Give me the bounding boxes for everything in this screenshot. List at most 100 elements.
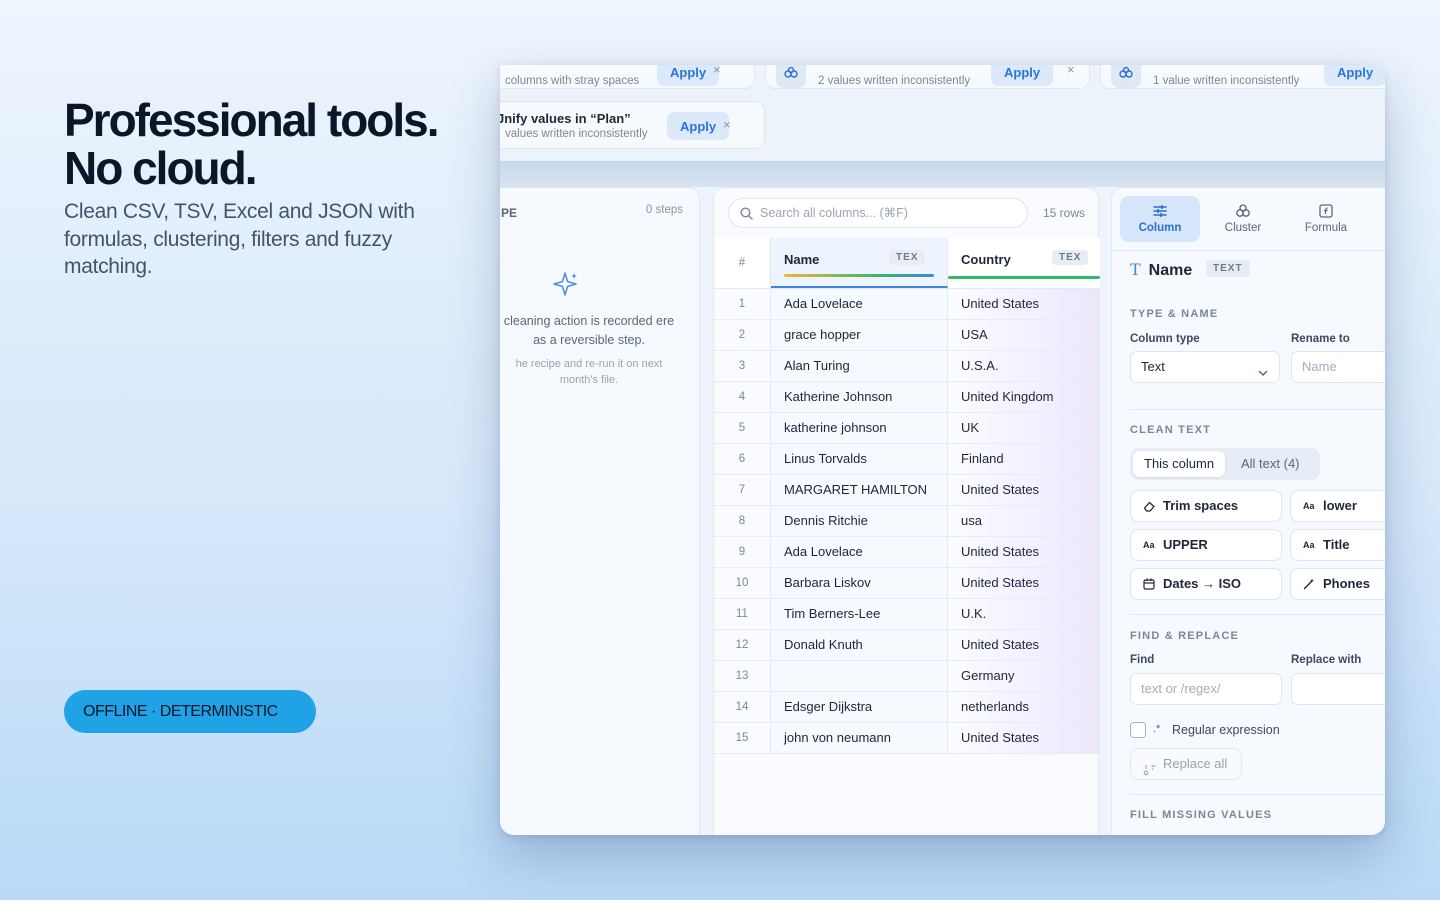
row-number: 9 <box>714 537 771 567</box>
formula-icon <box>1318 204 1334 221</box>
table-row[interactable]: 3 Alan Turing U.S.A. <box>714 351 1100 382</box>
cell-country[interactable]: netherlands <box>948 692 1100 722</box>
table-row[interactable]: 10 Barbara Liskov United States <box>714 568 1100 599</box>
cell-country[interactable]: United States <box>948 723 1100 753</box>
cell-name[interactable]: Tim Berners-Lee <box>771 599 948 629</box>
scope-this-column[interactable]: This column <box>1133 451 1226 477</box>
table-row[interactable]: 11 Tim Berners-Lee U.K. <box>714 599 1100 630</box>
apply-button[interactable]: Apply <box>657 65 720 86</box>
cell-country[interactable]: U.S.A. <box>948 351 1100 381</box>
row-number: 15 <box>714 723 771 753</box>
cell-country[interactable]: USA <box>948 320 1100 350</box>
trim-spaces-button[interactable]: Trim spaces <box>1130 490 1282 522</box>
section-title: TYPE & NAME <box>1130 308 1219 320</box>
lower-button[interactable]: Aa lower <box>1290 490 1385 522</box>
cell-name[interactable]: Donald Knuth <box>771 630 948 660</box>
scope-all-text[interactable]: All text (4) <box>1230 451 1311 477</box>
cell-name[interactable]: Linus Torvalds <box>771 444 948 474</box>
cell-name[interactable] <box>771 661 948 691</box>
cell-name[interactable]: Edsger Dijkstra <box>771 692 948 722</box>
table-panel: 15 rows # Name TEX Country TEX 1Ada Love… <box>713 187 1100 835</box>
table-row[interactable]: 8 Dennis Ritchie usa <box>714 506 1100 537</box>
scope-toggle: This column All text (4) <box>1130 448 1320 480</box>
cell-country[interactable]: United States <box>948 289 1100 319</box>
column-header-country[interactable]: Country TEX <box>948 238 1100 288</box>
title-button[interactable]: Aa Title <box>1290 529 1385 561</box>
cell-name[interactable]: Ada Lovelace <box>771 289 948 319</box>
column-header-name[interactable]: Name TEX <box>771 238 948 288</box>
cell-country[interactable]: Germany <box>948 661 1100 691</box>
upper-button[interactable]: Aa UPPER <box>1130 529 1282 561</box>
dates-iso-button[interactable]: Dates → ISO <box>1130 568 1282 600</box>
dismiss-icon[interactable]: × <box>1067 65 1075 77</box>
regex-checkbox[interactable] <box>1130 722 1146 738</box>
table-row[interactable]: 4 Katherine Johnson United Kingdom <box>714 382 1100 413</box>
column-header-index: # <box>714 238 771 288</box>
rename-input[interactable]: Name <box>1291 351 1385 383</box>
column-type-select[interactable]: Text <box>1130 351 1280 383</box>
magic-wand-icon <box>1303 578 1315 593</box>
tab-label: Cluster <box>1224 222 1262 234</box>
table-row[interactable]: 9 Ada Lovelace United States <box>714 537 1100 568</box>
table-row[interactable]: 1 Ada Lovelace United States <box>714 289 1100 320</box>
cell-name[interactable]: Ada Lovelace <box>771 537 948 567</box>
divider <box>1130 794 1385 795</box>
dismiss-icon[interactable]: × <box>713 65 721 77</box>
cell-country[interactable]: United States <box>948 630 1100 660</box>
cell-country[interactable]: usa <box>948 506 1100 536</box>
table-row[interactable]: 7 MARGARET HAMILTON United States <box>714 475 1100 506</box>
offline-badge-label: OFFLINE · DETERMINISTIC <box>83 702 278 720</box>
cell-country[interactable]: UK <box>948 413 1100 443</box>
steps-panel: PE 0 steps cleaning action is recorded e… <box>500 187 700 835</box>
cell-country[interactable]: United States <box>948 537 1100 567</box>
table-row[interactable]: 15 john von neumann United States <box>714 723 1100 754</box>
cell-country[interactable]: United Kingdom <box>948 382 1100 412</box>
cell-country[interactable]: United States <box>948 568 1100 598</box>
table-row[interactable]: 14 Edsger Dijkstra netherlands <box>714 692 1100 723</box>
search-input[interactable] <box>760 199 1020 227</box>
section-title: FILL MISSING VALUES <box>1130 809 1273 821</box>
button-label: UPPER <box>1163 537 1208 552</box>
case-icon: Aa <box>1303 540 1315 550</box>
steps-empty-hint: he recipe and re-run it on next month's … <box>515 358 663 386</box>
cell-country[interactable]: U.K. <box>948 599 1100 629</box>
dismiss-icon[interactable]: × <box>723 117 731 132</box>
cell-country[interactable]: United States <box>948 475 1100 505</box>
replace-all-button[interactable]: Replace all <box>1130 748 1242 780</box>
table-row[interactable]: 13 Germany <box>714 661 1100 692</box>
find-placeholder: text or /regex/ <box>1141 681 1221 696</box>
table-row[interactable]: 5 katherine johnson UK <box>714 413 1100 444</box>
tab-cluster[interactable]: Cluster <box>1203 196 1283 242</box>
cell-name[interactable]: john von neumann <box>771 723 948 753</box>
table-row[interactable]: 6 Linus Torvalds Finland <box>714 444 1100 475</box>
apply-button[interactable]: Apply <box>667 112 730 140</box>
cell-name[interactable]: Alan Turing <box>771 351 948 381</box>
hero-title: Professional tools. No cloud. <box>64 94 440 194</box>
cluster-icon <box>1235 204 1251 221</box>
row-number: 4 <box>714 382 771 412</box>
steps-empty-text: cleaning action is recorded ere as a rev… <box>503 314 675 347</box>
tab-column[interactable]: Column <box>1120 196 1200 242</box>
apply-button[interactable]: Apply <box>1324 65 1385 86</box>
replace-input[interactable] <box>1291 673 1385 705</box>
button-label: Replace all <box>1163 756 1228 771</box>
sparkle-icon <box>551 270 579 303</box>
cell-name[interactable]: katherine johnson <box>771 413 948 443</box>
field-label: Column type <box>1130 333 1200 345</box>
table-row[interactable]: 12 Donald Knuth United States <box>714 630 1100 661</box>
cell-name[interactable]: Barbara Liskov <box>771 568 948 598</box>
apply-button[interactable]: Apply <box>991 65 1054 86</box>
find-input[interactable]: text or /regex/ <box>1130 673 1282 705</box>
cell-name[interactable]: Katherine Johnson <box>771 382 948 412</box>
cell-name[interactable]: Dennis Ritchie <box>771 506 948 536</box>
cluster-icon <box>776 65 806 88</box>
table-row[interactable]: 2 grace hopper USA <box>714 320 1100 351</box>
cell-country[interactable]: Finland <box>948 444 1100 474</box>
field-label: Find <box>1130 654 1155 666</box>
cell-name[interactable]: grace hopper <box>771 320 948 350</box>
cell-name[interactable]: MARGARET HAMILTON <box>771 475 948 505</box>
inspector-panel: Column Cluster Formula T Name TEXT TYPE &… <box>1111 187 1385 835</box>
phones-button[interactable]: Phones <box>1290 568 1385 600</box>
section-title: CLEAN TEXT <box>1130 424 1212 436</box>
tab-formula[interactable]: Formula <box>1286 196 1366 242</box>
